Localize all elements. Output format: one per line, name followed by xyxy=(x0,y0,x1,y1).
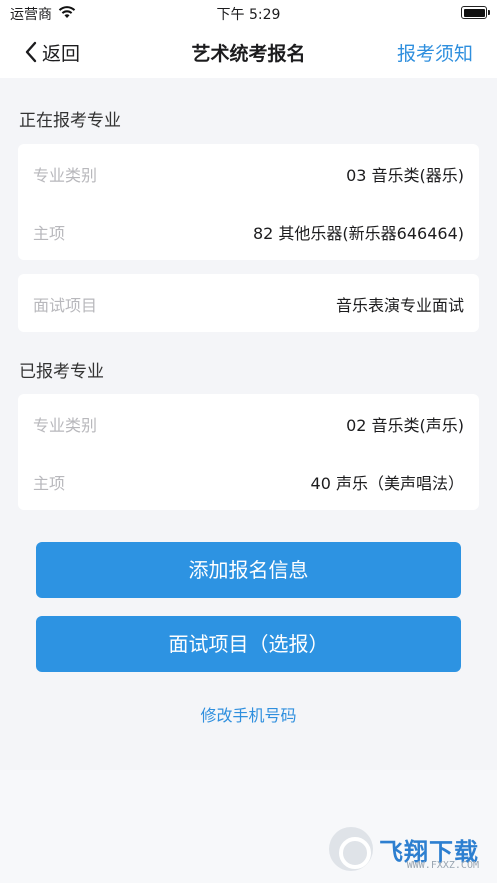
watermark-logo-icon xyxy=(329,827,373,871)
current-category-value: 03 音乐类(器乐) xyxy=(346,166,464,185)
interview-key: 面试项目 xyxy=(33,296,98,315)
add-registration-button[interactable]: 添加报名信息 xyxy=(36,542,461,598)
navigation-bar: 返回 艺术统考报名 报考须知 xyxy=(0,26,497,78)
interview-card: 面试项目 音乐表演专业面试 xyxy=(18,274,479,332)
current-category-row: 专业类别 03 音乐类(器乐) xyxy=(18,144,479,202)
status-bar: 运营商 下午 5:29 xyxy=(0,0,497,26)
applied-category-row: 专业类别 02 音乐类(声乐) xyxy=(18,394,479,452)
interview-value: 音乐表演专业面试 xyxy=(335,296,464,315)
applied-main-item-row: 主项 40 声乐（美声唱法） xyxy=(18,452,479,510)
change-phone-link[interactable]: 修改手机号码 xyxy=(0,702,497,726)
applied-category-key: 专业类别 xyxy=(33,416,98,435)
applied-main-item-value: 40 声乐（美声唱法） xyxy=(310,474,464,493)
interview-select-button[interactable]: 面试项目（选报） xyxy=(36,616,461,672)
application-notice-link[interactable]: 报考须知 xyxy=(397,39,473,66)
current-major-section-title: 正在报考专业 xyxy=(19,111,121,131)
current-major-card: 专业类别 03 音乐类(器乐) 主项 82 其他乐器(新乐器646464) xyxy=(18,144,479,260)
current-category-key: 专业类别 xyxy=(33,166,98,185)
interview-row: 面试项目 音乐表演专业面试 xyxy=(18,274,479,332)
applied-main-item-key: 主项 xyxy=(33,474,66,493)
applied-major-card: 专业类别 02 音乐类(声乐) 主项 40 声乐（美声唱法） xyxy=(18,394,479,510)
watermark: 飞翔下载 WWW.FXXZ.COM xyxy=(329,825,489,873)
applied-category-value: 02 音乐类(声乐) xyxy=(346,416,464,435)
current-main-item-row: 主项 82 其他乐器(新乐器646464) xyxy=(18,202,479,260)
current-main-item-value: 82 其他乐器(新乐器646464) xyxy=(252,224,464,243)
battery-icon xyxy=(461,6,490,19)
current-main-item-key: 主项 xyxy=(33,224,66,243)
clock: 下午 5:29 xyxy=(216,7,281,23)
bottom-area: 飞翔下载 WWW.FXXZ.COM xyxy=(0,770,497,883)
applied-major-section-title: 已报考专业 xyxy=(19,362,104,382)
watermark-url: WWW.FXXZ.COM xyxy=(406,860,479,871)
